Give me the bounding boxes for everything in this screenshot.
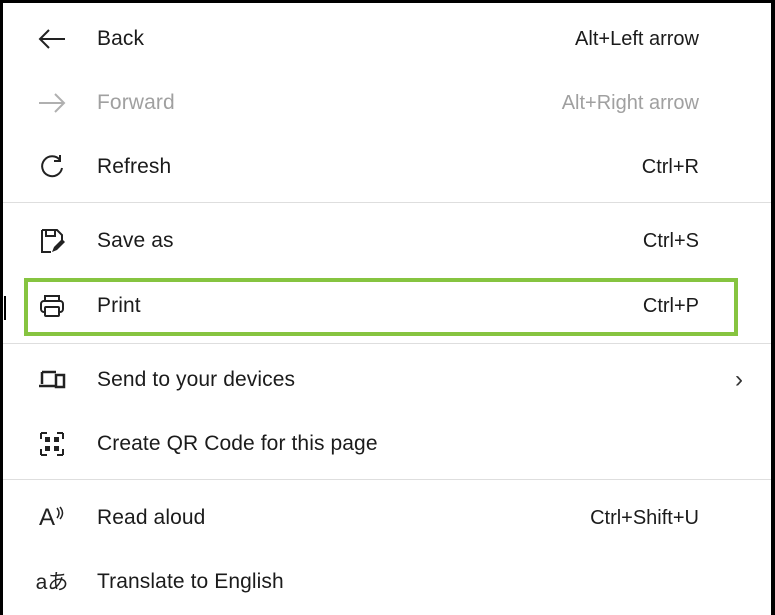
menu-item-label: Read aloud — [97, 506, 206, 529]
menu-item-label: Refresh — [97, 155, 172, 178]
menu-item-label: Send to your devices — [97, 368, 296, 391]
devices-icon — [35, 363, 69, 397]
shortcut-text: Ctrl+R — [641, 155, 699, 178]
menu-item-label: Create QR Code for this page — [97, 432, 378, 455]
context-menu: Back Alt+Left arrow Forward Alt+Right ar… — [3, 3, 771, 615]
menu-item-forward[interactable]: Forward Alt+Right arrow — [3, 72, 771, 134]
menu-item-label: Back — [97, 27, 145, 50]
menu-item-save-as[interactable]: Save as Ctrl+S — [3, 210, 771, 272]
print-highlight-box — [24, 278, 738, 336]
menu-item-label: Forward — [97, 91, 175, 114]
arrow-left-icon — [35, 22, 69, 56]
text-cursor — [4, 296, 6, 320]
menu-item-read-aloud[interactable]: A Read aloud Ctrl+Shift+U — [3, 487, 771, 549]
qr-code-icon — [35, 427, 69, 461]
menu-item-label: Save as — [97, 229, 174, 252]
menu-separator — [3, 202, 771, 203]
menu-item-translate[interactable]: aあ Translate to English — [3, 551, 771, 613]
chevron-right-icon: › — [735, 366, 743, 393]
save-as-icon — [35, 224, 69, 258]
translate-icon: aあ — [35, 565, 69, 599]
menu-item-back[interactable]: Back Alt+Left arrow — [3, 8, 771, 70]
shortcut-text: Ctrl+S — [642, 229, 699, 252]
read-aloud-glyph: A — [38, 504, 55, 531]
menu-item-refresh[interactable]: Refresh Ctrl+R — [3, 136, 771, 198]
menu-item-label: Translate to English — [97, 570, 284, 593]
menu-item-send-to-devices[interactable]: Send to your devices › — [3, 349, 771, 411]
translate-glyph: aあ — [35, 570, 69, 594]
shortcut-text: Ctrl+Shift+U — [590, 506, 699, 529]
shortcut-text: Alt+Right arrow — [561, 91, 699, 114]
menu-separator — [3, 343, 771, 344]
read-aloud-icon: A — [35, 501, 69, 535]
menu-separator — [3, 479, 771, 480]
menu-item-create-qr-code[interactable]: Create QR Code for this page — [3, 413, 771, 475]
arrow-right-icon — [35, 86, 69, 120]
refresh-icon — [35, 150, 69, 184]
shortcut-text: Alt+Left arrow — [575, 27, 699, 50]
